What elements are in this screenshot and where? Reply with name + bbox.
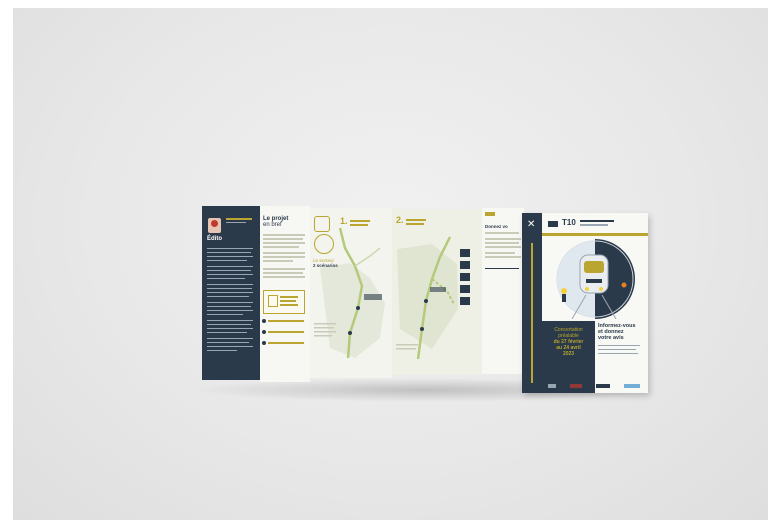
- cover-title-3: votre avis: [598, 335, 624, 341]
- logo-icon: ✕: [527, 219, 536, 230]
- concert-line-5: 2023: [562, 351, 575, 357]
- line-number: T10: [562, 218, 576, 227]
- scenario-2-panel: 2.: [392, 209, 482, 375]
- tram-illustration: [542, 239, 648, 319]
- partner-logos: [548, 383, 644, 389]
- scenario-icon: [314, 216, 330, 232]
- feedback-panel: Donnez vo: [482, 208, 524, 374]
- portrait-photo: [208, 218, 221, 233]
- edito-panel: Édito: [202, 206, 260, 380]
- scenario-2-number: 2.: [396, 215, 404, 225]
- scenario-2-map: [392, 209, 482, 375]
- info-box: [263, 290, 305, 314]
- people-icon: [314, 234, 334, 254]
- project-title-2: en bref: [263, 222, 282, 228]
- scenarios-title-2: 2 scénarios: [313, 263, 338, 268]
- scenario-1-panel: 1. Le secteur 2 scénarios: [310, 208, 392, 378]
- scenario-1-number: 1.: [340, 216, 348, 226]
- cover-side-band: ✕: [522, 213, 542, 393]
- donnez-title: Donnez vo: [485, 224, 508, 229]
- project-panel: Le projet en bref: [260, 206, 310, 382]
- edito-title: Édito: [207, 236, 222, 242]
- brochure-cover: ✕ T10 Concertation préalable du 27 févri…: [522, 213, 648, 393]
- tram-logo-icon: [548, 221, 558, 227]
